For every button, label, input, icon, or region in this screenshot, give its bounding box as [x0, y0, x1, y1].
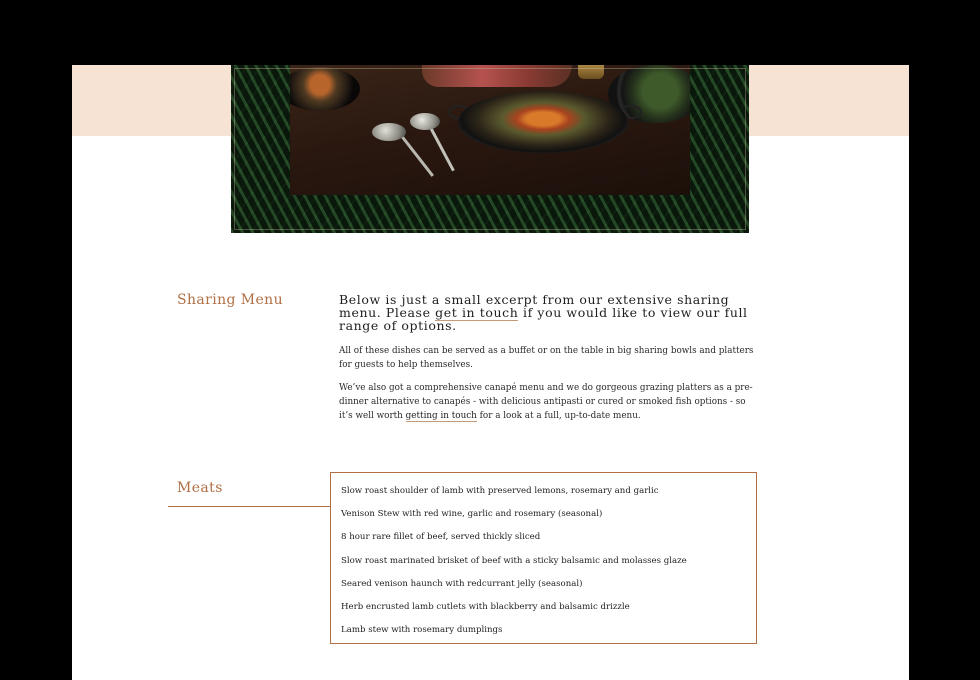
meats-list: Slow roast shoulder of lamb with preserv… [341, 485, 687, 647]
menu-item: Seared venison haunch with redcurrant je… [341, 578, 583, 589]
menu-item: Lamb stew with rosemary dumplings [341, 625, 503, 636]
hero-image [231, 65, 749, 233]
intro-paragraph-text: for a look at a full, up-to-date menu. [476, 411, 641, 421]
sharing-menu-heading: Sharing Menu [177, 292, 284, 308]
intro-lead: Below is just a small excerpt from our e… [339, 293, 755, 332]
intro-paragraph-2: We’ve also got a comprehensive canapé me… [339, 381, 759, 423]
menu-item: Slow roast marinated brisket of beef wit… [341, 555, 687, 566]
intro-paragraph-1: All of these dishes can be served as a b… [339, 346, 754, 370]
page: Sharing Menu Below is just a small excer… [72, 65, 909, 680]
meats-heading: Meats [177, 480, 223, 496]
menu-item: Slow roast shoulder of lamb with preserv… [341, 486, 659, 496]
menu-item: Herb encrusted lamb cutlets with blackbe… [341, 601, 630, 612]
getting-in-touch-link[interactable]: getting in touch [405, 411, 477, 422]
meats-list-box: Slow roast shoulder of lamb with preserv… [330, 472, 757, 644]
menu-item: Venison Stew with red wine, garlic and r… [341, 509, 603, 520]
menu-item: 8 hour rare fillet of beef, served thick… [341, 532, 541, 543]
hero-frame [234, 68, 746, 230]
meats-heading-underline [168, 506, 331, 507]
